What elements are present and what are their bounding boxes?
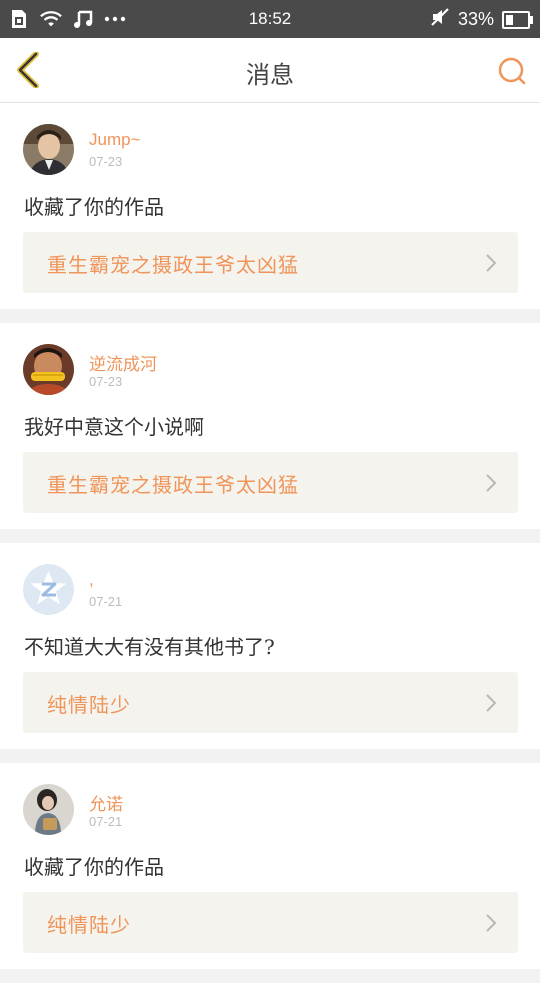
work-link[interactable]: 纯情陆少 (23, 892, 518, 953)
battery-icon (502, 10, 533, 29)
work-link[interactable]: 重生霸宠之摄政王爷太凶猛 (23, 452, 518, 513)
message-text: 收藏了你的作品 (24, 195, 164, 219)
username[interactable]: Jump~ (89, 130, 141, 150)
search-icon (498, 57, 526, 85)
message-date: 07-23 (89, 154, 123, 169)
chevron-right-icon (486, 694, 497, 712)
username[interactable]: , (89, 570, 94, 590)
message-card: 逆流成河 07-23 我好中意这个小说啊 重生霸宠之摄政王爷太凶猛 (0, 323, 540, 529)
username[interactable]: 逆流成河 (89, 350, 157, 375)
message-date: 07-21 (89, 594, 123, 609)
work-link[interactable]: 重生霸宠之摄政王爷太凶猛 (23, 232, 518, 293)
mute-icon (430, 7, 450, 32)
message-card: Jump~ 07-23 收藏了你的作品 重生霸宠之摄政王爷太凶猛 (0, 103, 540, 309)
avatar[interactable] (23, 124, 74, 175)
message-card: 允诺 07-21 收藏了你的作品 纯情陆少 (0, 763, 540, 969)
page-title: 消息 (246, 61, 294, 89)
avatar[interactable] (23, 564, 74, 615)
message-date: 07-23 (89, 374, 123, 389)
message-text: 收藏了你的作品 (24, 855, 164, 879)
message-card: , 07-21 不知道大大有没有其他书了? 纯情陆少 (0, 543, 540, 749)
status-bar: 18:52 33% (0, 0, 540, 38)
work-title: 纯情陆少 (47, 913, 131, 937)
message-list: Jump~ 07-23 收藏了你的作品 重生霸宠之摄政王爷太凶猛 逆流成河 07… (0, 103, 540, 983)
work-link[interactable]: 纯情陆少 (23, 672, 518, 733)
search-button[interactable] (497, 56, 527, 86)
avatar[interactable] (23, 344, 74, 395)
chevron-right-icon (486, 474, 497, 492)
work-title: 重生霸宠之摄政王爷太凶猛 (47, 253, 299, 277)
work-title: 纯情陆少 (47, 693, 131, 717)
chevron-right-icon (486, 254, 497, 272)
work-title: 重生霸宠之摄政王爷太凶猛 (47, 473, 299, 497)
status-icons-right: 33% (430, 7, 533, 32)
message-date: 07-21 (89, 814, 123, 829)
message-text: 我好中意这个小说啊 (24, 415, 204, 439)
navigation-bar: 消息 (0, 38, 540, 103)
avatar[interactable] (23, 784, 74, 835)
battery-percent: 33% (457, 9, 494, 29)
message-text: 不知道大大有没有其他书了? (24, 635, 275, 659)
username[interactable]: 允诺 (89, 790, 123, 815)
chevron-right-icon (486, 914, 497, 932)
